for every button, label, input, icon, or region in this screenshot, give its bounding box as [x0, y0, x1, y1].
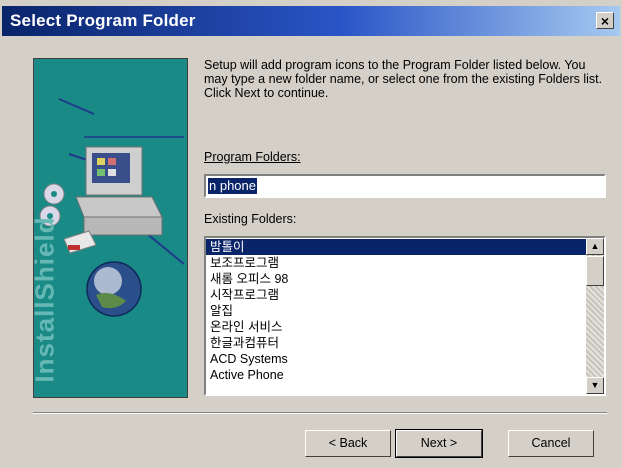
folder-list-item[interactable]: 보조프로그램: [206, 255, 586, 271]
existing-folders-list[interactable]: 밤톨이 보조프로그램 새롬 오피스 98 시작프로그램 알집 온라인 서비스 한글과컴퓨터 A…: [204, 236, 606, 396]
scroll-up-icon[interactable]: ▲: [586, 238, 604, 255]
window-title: Select Program Folder: [10, 11, 196, 30]
existing-folders-items: 밤톨이 보조프로그램 새롬 오피스 98 시작프로그램 알집 온라인 서비스 한글과컴퓨터 A…: [206, 239, 586, 383]
select-program-folder-dialog: Select Program Folder × InstallShield Se…: [0, 0, 622, 468]
cancel-button[interactable]: Cancel: [508, 430, 594, 457]
scroll-down-icon[interactable]: ▼: [586, 377, 604, 394]
folder-list-item[interactable]: 새롬 오피스 98: [206, 271, 586, 287]
folder-list-item[interactable]: 시작프로그램: [206, 287, 586, 303]
folder-list-item[interactable]: 알집: [206, 303, 586, 319]
folder-list-item[interactable]: 온라인 서비스: [206, 319, 586, 335]
folder-list-item[interactable]: 밤톨이: [206, 239, 586, 255]
folder-list-item[interactable]: Active Phone: [206, 367, 586, 383]
installshield-logo: InstallShield: [33, 216, 60, 383]
installshield-side-panel: InstallShield: [33, 58, 188, 398]
next-button[interactable]: Next >: [395, 429, 483, 458]
instructions-text: Setup will add program icons to the Prog…: [204, 58, 603, 100]
program-folder-input[interactable]: n phone: [204, 174, 606, 198]
folder-list-item[interactable]: 한글과컴퓨터: [206, 335, 586, 351]
existing-folders-label: Existing Folders:: [204, 212, 297, 226]
title-bar[interactable]: Select Program Folder ×: [2, 6, 620, 36]
vertical-scrollbar[interactable]: ▲ ▼: [586, 238, 604, 394]
scroll-thumb[interactable]: [586, 256, 604, 286]
program-folders-label-text: Program Folders:: [204, 150, 301, 164]
back-button[interactable]: < Back: [305, 430, 391, 457]
separator: [33, 412, 607, 414]
folder-list-item[interactable]: ACD Systems: [206, 351, 586, 367]
program-folders-label: Program Folders:: [204, 150, 301, 164]
program-folder-value: n phone: [208, 178, 257, 194]
close-icon[interactable]: ×: [596, 12, 614, 29]
